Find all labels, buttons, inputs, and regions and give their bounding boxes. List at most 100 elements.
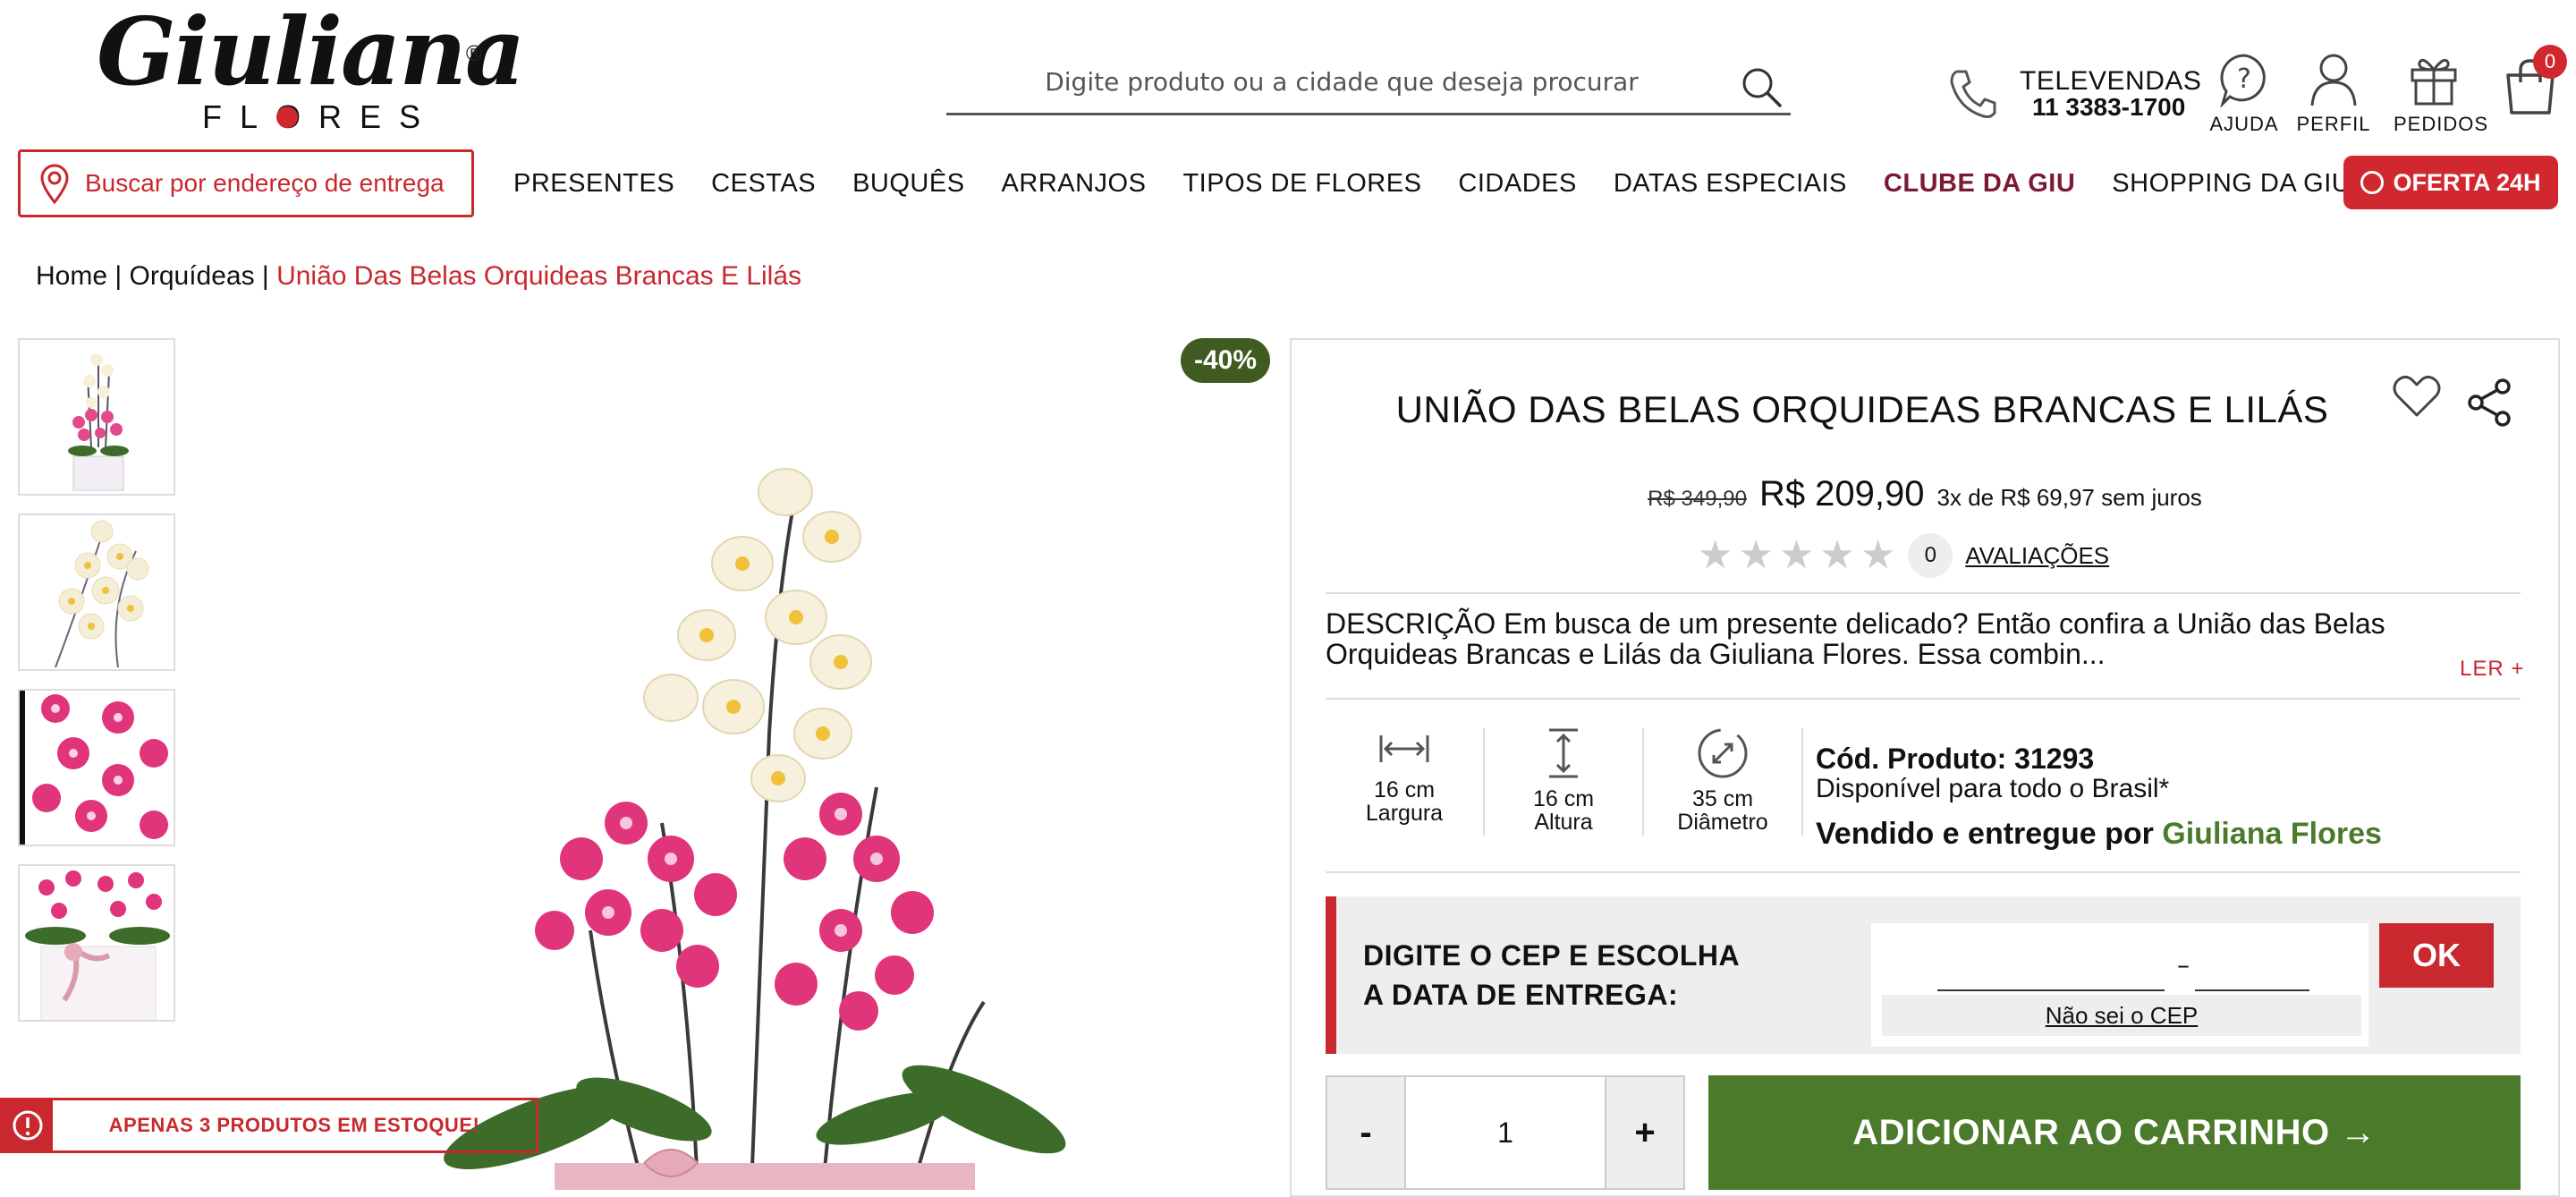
- stock-notice-text: APENAS 3 PRODUTOS EM ESTOQUE!: [108, 1114, 480, 1136]
- current-price: R$ 209,90: [1758, 474, 1925, 514]
- svg-text:?: ?: [2237, 64, 2251, 95]
- stock-notice: APENAS 3 PRODUTOS EM ESTOQUE!: [0, 1098, 538, 1153]
- width-icon: [1379, 735, 1429, 762]
- dimension-label: Diâmetro: [1677, 810, 1768, 835]
- breadcrumb-category[interactable]: Orquídeas: [130, 261, 255, 291]
- dimension-diameter: 35 cm Diâmetro: [1651, 726, 1794, 834]
- reviews-count: 0: [1908, 533, 1953, 578]
- product-code: Cód. Produto: 31293: [1816, 743, 2095, 775]
- cep-input-prefix[interactable]: [1937, 963, 2165, 991]
- breadcrumb: Home | Orquídeas | União Das Belas Orqui…: [36, 261, 801, 292]
- orders-button[interactable]: PEDIDOS: [2394, 52, 2489, 136]
- product-title: UNIÃO DAS BELAS ORQUIDEAS BRANCAS E LILÁ…: [1395, 388, 2329, 430]
- profile-label: PERFIL: [2296, 113, 2371, 135]
- product-thumbnail[interactable]: [18, 338, 175, 496]
- profile-button[interactable]: PERFIL: [2293, 52, 2374, 136]
- logo-script: Giuliana: [97, 0, 525, 106]
- help-button[interactable]: ? AJUDA: [2204, 52, 2284, 136]
- thumbnail-white-orchids-image: [55, 520, 149, 668]
- user-icon: [2310, 54, 2357, 106]
- sold-by-brand[interactable]: Giuliana Flores: [2162, 817, 2382, 851]
- nav-item-cestas[interactable]: CESTAS: [711, 169, 816, 199]
- old-price: R$ 349,90: [1648, 487, 1747, 511]
- nav-item-presentes[interactable]: PRESENTES: [513, 169, 674, 199]
- reviews-link[interactable]: AVALIAÇÕES: [1965, 542, 2109, 570]
- oferta-24h-button[interactable]: OFERTA 24H: [2343, 156, 2558, 209]
- increase-quantity-button[interactable]: +: [1606, 1077, 1683, 1188]
- product-description: DESCRIÇÃO Em busca de um presente delica…: [1326, 607, 2385, 670]
- search-input[interactable]: [946, 54, 1737, 109]
- quantity-stepper: - 1 +: [1326, 1075, 1685, 1190]
- divider: [1326, 871, 2521, 873]
- star-icon: ★: [1698, 532, 1733, 578]
- star-icon: ★: [1819, 532, 1855, 578]
- breadcrumb-home[interactable]: Home: [36, 261, 107, 291]
- breadcrumb-current: União Das Belas Orquideas Brancas E Lilá…: [276, 261, 802, 291]
- read-more-link[interactable]: LER +: [2460, 657, 2524, 682]
- decrease-quantity-button[interactable]: -: [1327, 1077, 1404, 1188]
- search-icon[interactable]: [1739, 64, 1784, 109]
- star-icon: ★: [1778, 532, 1815, 578]
- alert-icon: [3, 1100, 53, 1150]
- nav-item-arranjos[interactable]: ARRANJOS: [1002, 169, 1147, 199]
- nav-item-shopping-da-giu[interactable]: SHOPPING DA GIU: [2112, 169, 2351, 199]
- gift-icon: [2411, 58, 2457, 106]
- breadcrumb-separator: |: [107, 261, 130, 291]
- divider: [1326, 592, 2521, 594]
- dont-know-cep-link[interactable]: Não sei o CEP: [1882, 995, 2361, 1036]
- clock-icon: [2360, 171, 2385, 194]
- delivery-address-button[interactable]: Buscar por endereço de entrega: [18, 149, 474, 217]
- nav-item-clube-da-giu[interactable]: CLUBE DA GIU: [1884, 169, 2075, 199]
- cep-dash: –: [2177, 950, 2190, 980]
- nav-item-cidades[interactable]: CIDADES: [1458, 169, 1576, 199]
- divider: [1483, 728, 1485, 836]
- product-thumbnail[interactable]: [18, 514, 175, 671]
- help-icon: ?: [2220, 54, 2266, 107]
- rating[interactable]: ★ ★ ★ ★ ★ 0 AVALIAÇÕES: [1698, 533, 2109, 578]
- cep-input-suffix[interactable]: [2195, 963, 2309, 991]
- star-icon: ★: [1738, 532, 1774, 578]
- quantity-value[interactable]: 1: [1404, 1077, 1606, 1188]
- televendas[interactable]: TELEVENDAS 11 3383-1700: [2020, 66, 2201, 122]
- star-icon: ★: [1860, 532, 1896, 578]
- nav-item-datas-especiais[interactable]: DATAS ESPECIAIS: [1614, 169, 1847, 199]
- cart-count-badge: 0: [2533, 45, 2567, 79]
- installments: 3x de R$ 69,97 sem juros: [1936, 484, 2202, 511]
- product-thumbnail[interactable]: [18, 864, 175, 1022]
- dimension-height: 16 cm Altura: [1492, 726, 1635, 834]
- nav-item-tipos-de-flores[interactable]: TIPOS DE FLORES: [1182, 169, 1421, 199]
- cep-label-line2: A DATA DE ENTREGA:: [1363, 979, 1679, 1011]
- televendas-phone: 11 3383-1700: [2032, 93, 2186, 121]
- search-bar: [946, 54, 1791, 115]
- dimension-label: Altura: [1534, 810, 1593, 835]
- location-pin-icon: [40, 164, 69, 204]
- phone-icon: [1950, 70, 1996, 118]
- dimension-label: Largura: [1365, 801, 1444, 826]
- share-icon[interactable]: [2465, 378, 2515, 428]
- delivery-address-label: Buscar por endereço de entrega: [85, 169, 445, 197]
- main-nav: PRESENTES CESTAS BUQUÊS ARRANJOS TIPOS D…: [513, 161, 2387, 206]
- nav-item-buques[interactable]: BUQUÊS: [852, 169, 964, 199]
- cep-ok-button[interactable]: OK: [2379, 923, 2494, 988]
- price-block: R$ 349,90 R$ 209,90 3x de R$ 69,97 sem jur…: [1290, 474, 2560, 514]
- heart-icon[interactable]: [2392, 374, 2442, 419]
- thumbnail-pink-orchids-image: [20, 691, 174, 845]
- giuliana-flores-logo[interactable]: Giuliana ® FLORES: [97, 5, 525, 140]
- height-icon: [1549, 728, 1578, 778]
- thumbnail-gift-box-image: [25, 870, 170, 1020]
- thumbnail-arrangement-image: [68, 353, 129, 491]
- divider: [1801, 728, 1803, 836]
- add-to-cart-button[interactable]: ADICIONAR AO CARRINHO →: [1708, 1075, 2521, 1190]
- logo-red-dot: [276, 106, 298, 128]
- discount-badge: -40%: [1181, 338, 1270, 383]
- product-thumbnail[interactable]: [18, 689, 175, 846]
- availability: Disponível para todo o Brasil*: [1816, 774, 2170, 803]
- product-code-block: Cód. Produto: 31293 Disponível para todo…: [1816, 743, 2382, 852]
- dimension-width: 16 cm Largura: [1333, 726, 1476, 825]
- product-main-image: [444, 468, 1066, 1190]
- help-label: AJUDA: [2209, 113, 2279, 135]
- orders-label: PEDIDOS: [2394, 113, 2489, 135]
- logo-registered-mark: ®: [463, 41, 485, 66]
- sold-by-prefix: Vendido e entregue por: [1816, 817, 2163, 851]
- divider: [1326, 698, 2521, 700]
